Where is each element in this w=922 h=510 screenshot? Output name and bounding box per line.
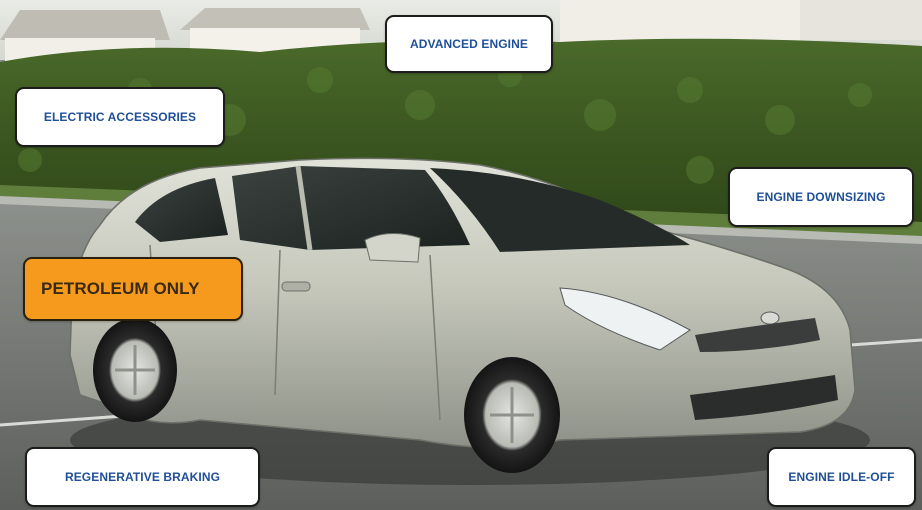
house-roof-left: [0, 10, 170, 40]
petroleum-only-button[interactable]: PETROLEUM ONLY: [23, 257, 243, 321]
car-photo: [0, 0, 922, 510]
electric-accessories-button[interactable]: ELECTRIC ACCESSORIES: [15, 87, 225, 147]
engine-downsizing-button[interactable]: ENGINE DOWNSIZING: [728, 167, 914, 227]
house-roof-middle: [180, 8, 370, 30]
advanced-engine-button[interactable]: ADVANCED ENGINE: [385, 15, 553, 73]
feature-explorer: ADVANCED ENGINE ELECTRIC ACCESSORIES ENG…: [0, 0, 922, 510]
engine-idle-off-button[interactable]: ENGINE IDLE-OFF: [767, 447, 916, 507]
house-far-right: [800, 0, 922, 40]
car-logo: [760, 311, 780, 325]
car-mirror: [364, 233, 421, 263]
regenerative-braking-button[interactable]: REGENERATIVE BRAKING: [25, 447, 260, 507]
house-right: [560, 0, 800, 45]
car-door-handle: [281, 281, 311, 292]
